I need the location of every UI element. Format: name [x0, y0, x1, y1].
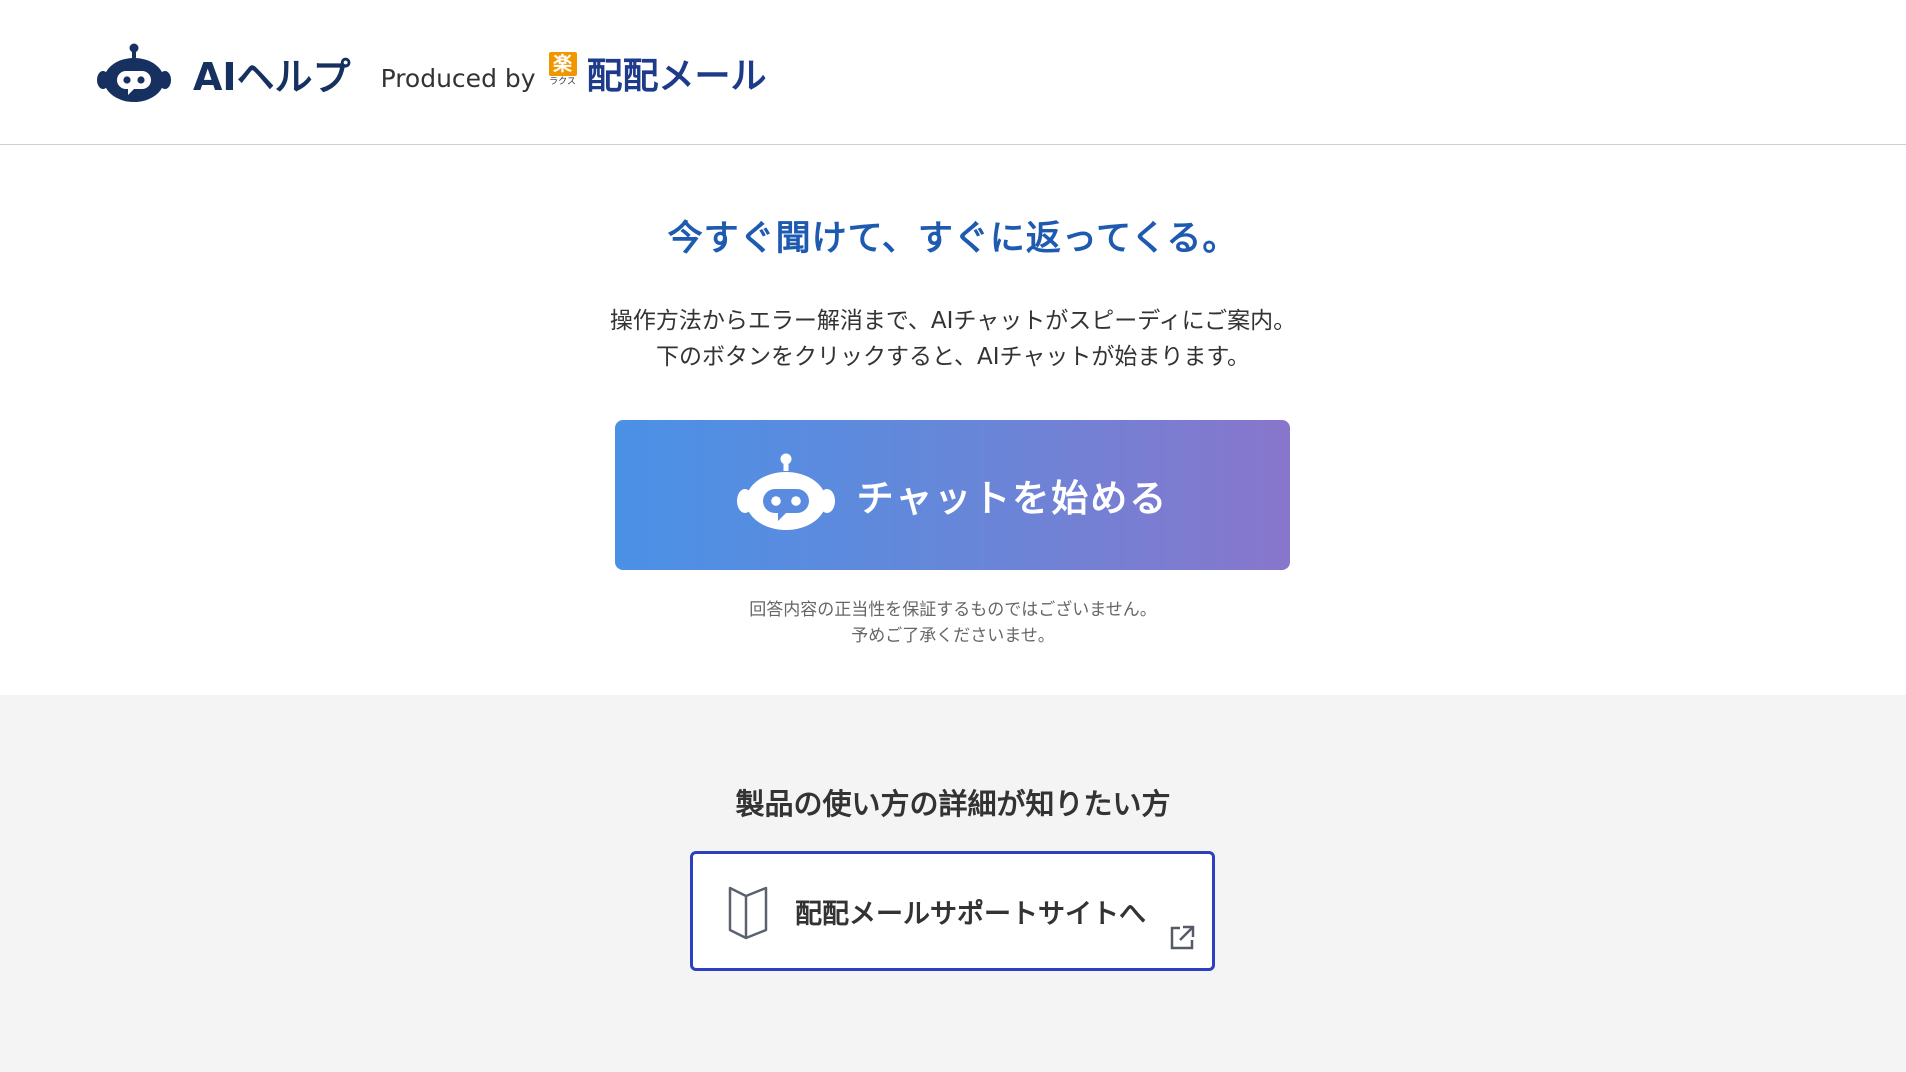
- support-site-label: 配配メールサポートサイトへ: [795, 899, 1146, 930]
- disclaimer-line: 回答内容の正当性を保証するものではございません。: [749, 600, 1157, 620]
- robot-logo-icon: [97, 43, 171, 102]
- disclaimer: 回答内容の正当性を保証するものではございません。 予めご了承くださいませ。: [0, 597, 1906, 649]
- raksul-logo: 楽 ラクス: [548, 52, 578, 90]
- description-line: 操作方法からエラー解消まで、AIチャットがスピーディにご案内。: [609, 308, 1297, 334]
- start-chat-button[interactable]: チャットを始める: [615, 420, 1290, 570]
- disclaimer-line: 予めご了承くださいませ。: [851, 626, 1055, 646]
- hero-section: 今すぐ聞けて、すぐに返ってくる。 操作方法からエラー解消まで、AIチャットがスピ…: [0, 145, 1906, 695]
- raksul-logo-text: ラクス: [549, 77, 576, 87]
- book-icon: [728, 886, 768, 940]
- start-chat-label: チャットを始める: [856, 477, 1169, 520]
- external-link-icon: [1170, 925, 1195, 950]
- support-site-link[interactable]: 配配メールサポートサイトへ: [690, 851, 1215, 971]
- support-section-title: 製品の使い方の詳細が知りたい方: [735, 787, 1171, 821]
- product-name: 配配メール: [586, 56, 767, 97]
- hero-headline: 今すぐ聞けて、すぐに返ってくる。: [667, 219, 1239, 259]
- produced-by-label: Produced by: [380, 63, 536, 93]
- site-header: AIヘルプ Produced by 楽 ラクス 配配メール: [0, 0, 1906, 145]
- description-line: 下のボタンをクリックすると、AIチャットが始まります。: [655, 344, 1251, 370]
- raksul-logo-mark: 楽: [548, 52, 577, 76]
- hero-description: 操作方法からエラー解消まで、AIチャットがスピーディにご案内。 下のボタンをクリ…: [0, 303, 1906, 375]
- robot-chat-icon: [736, 453, 835, 530]
- brand[interactable]: AIヘルプ Produced by 楽 ラクス 配配メール: [97, 43, 767, 103]
- app-name: AIヘルプ: [193, 54, 351, 99]
- support-section: 製品の使い方の詳細が知りたい方 配配メールサポートサイトへ: [0, 695, 1906, 1072]
